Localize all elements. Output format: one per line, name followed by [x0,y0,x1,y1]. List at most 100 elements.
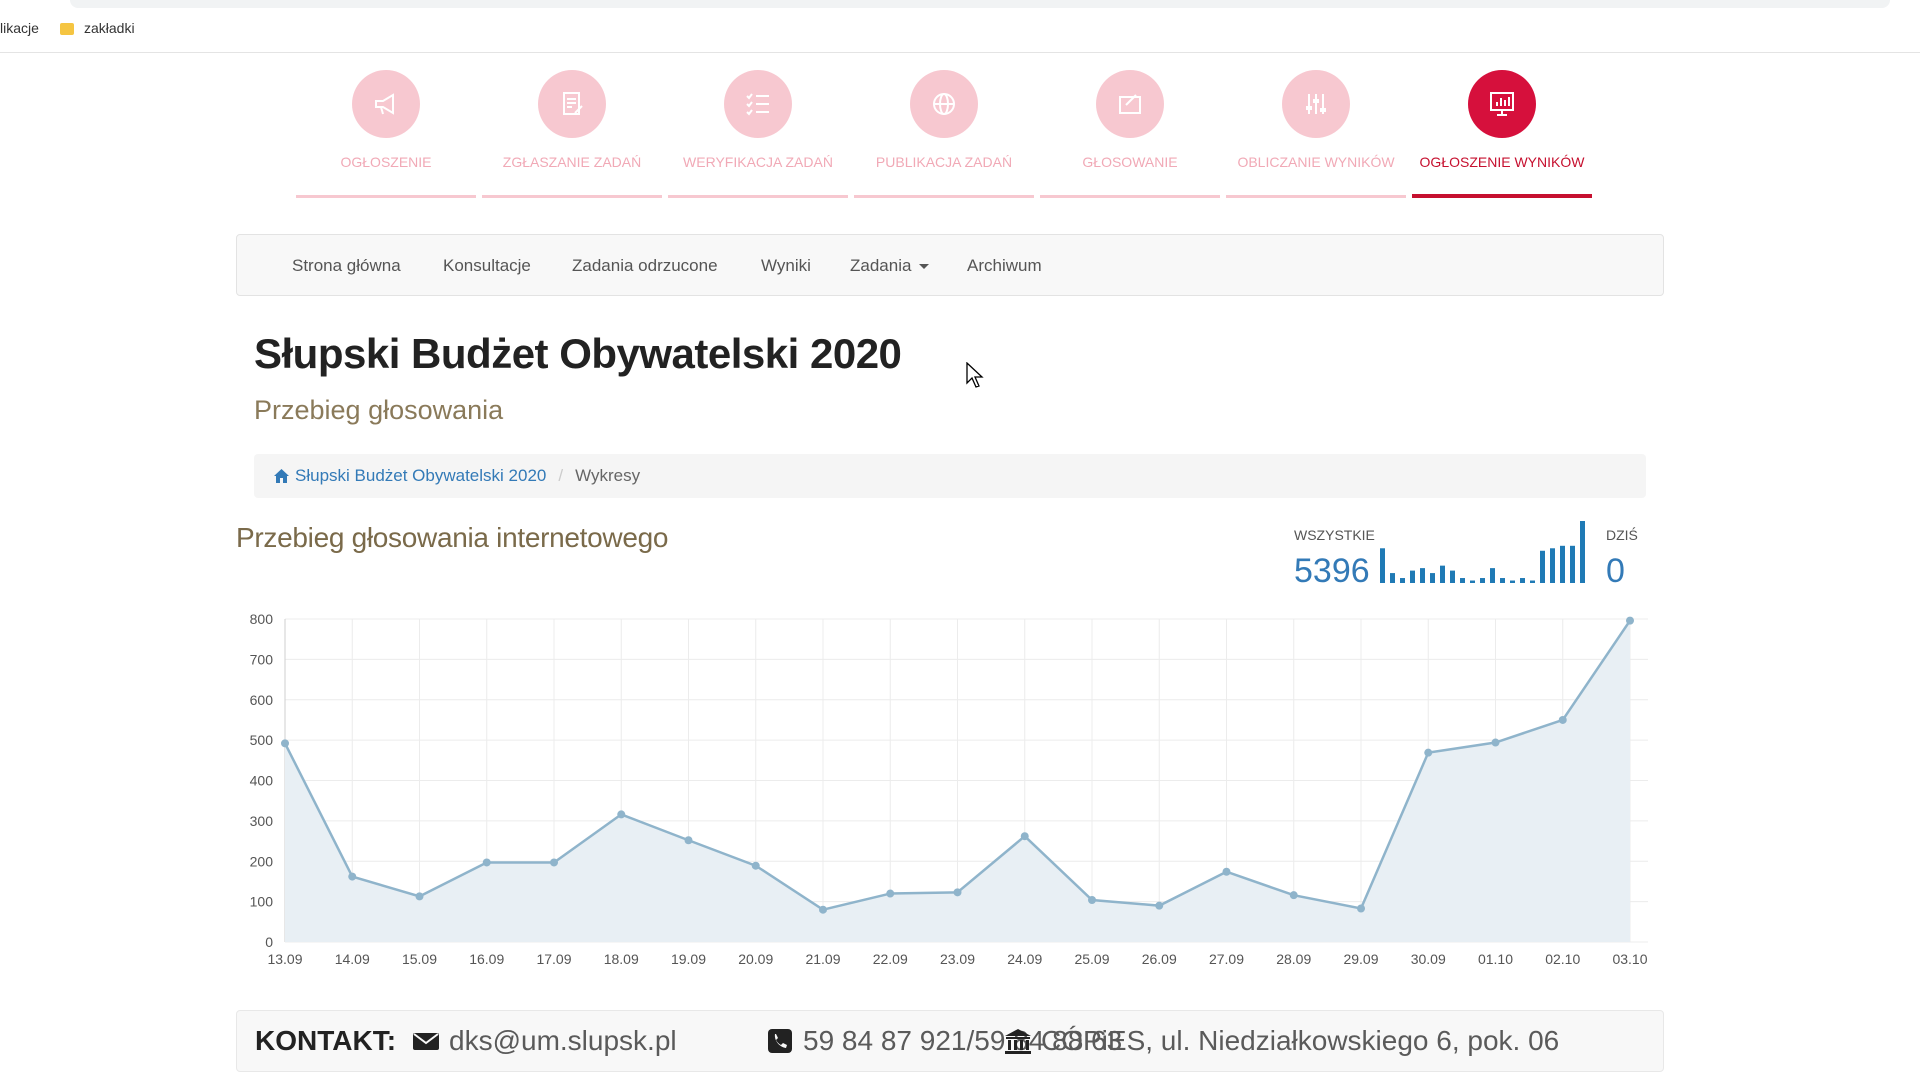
institution-icon [1005,1029,1031,1054]
home-icon [274,469,289,483]
y-tick-label: 100 [250,894,274,910]
bookmark-apps[interactable]: likacje [0,20,39,36]
x-tick-label: 24.09 [1007,951,1042,967]
x-tick-label: 13.09 [267,951,302,967]
x-tick-label: 30.09 [1411,951,1446,967]
x-tick-label: 21.09 [805,951,840,967]
step-glosowanie[interactable]: GŁOSOWANIE [1040,70,1220,198]
sparkline-bar [1540,550,1545,583]
bookmark-folder-label: zakładki [84,20,135,36]
nav-zadania-dropdown[interactable]: Zadania [850,256,930,276]
breadcrumb-home-label: Słupski Budżet Obywatelski 2020 [295,466,547,485]
votes-sparkline [1380,521,1585,583]
sparkline-bar [1440,565,1445,583]
browser-toolbar: likacje zakładki [0,0,1920,53]
step-label: ZGŁASZANIE ZADAŃ [502,154,642,170]
stat-all-value: 5396 [1294,552,1370,590]
data-point [886,889,895,898]
y-tick-label: 400 [250,773,274,789]
page-subtitle: Przebieg głosowania [254,395,504,425]
data-point [1222,867,1231,876]
step-bar [668,195,848,198]
step-label: OGŁOSZENIE [340,154,432,170]
y-tick-label: 500 [250,732,274,748]
data-point [1155,901,1164,910]
chart-title: Przebieg głosowania internetowego [236,522,669,553]
nav-zadania-odrzucone[interactable]: Zadania odrzucone [572,256,718,276]
contact-email[interactable]: dks@um.slupsk.pl [411,1025,677,1057]
breadcrumb: Słupski Budżet Obywatelski 2020 / Wykres… [254,454,1646,498]
globe-icon [910,70,978,138]
step-ogloszenie[interactable]: OGŁOSZENIE [296,70,476,198]
sparkline-bar [1380,548,1385,583]
contact-footer: KONTAKT: dks@um.slupsk.pl 59 84 87 921/5… [236,1010,1664,1072]
page-title: Słupski Budżet Obywatelski 2020 [254,330,902,377]
breadcrumb-home-link[interactable]: Słupski Budżet Obywatelski 2020 [274,466,546,486]
step-ogloszenie-wynikow[interactable]: OGŁOSZENIE WYNIKÓW [1412,70,1592,198]
x-tick-label: 26.09 [1142,951,1177,967]
x-tick-label: 19.09 [671,951,706,967]
phone-icon [768,1029,792,1053]
sparkline-bar [1580,521,1585,583]
nav-zadania-label: Zadania [850,256,912,275]
data-point [1424,748,1433,757]
sparkline-bar [1510,580,1515,583]
nav-archiwum[interactable]: Archiwum [967,256,1042,276]
sparkline-bar [1550,548,1555,583]
sparkline-bar [1560,545,1565,583]
data-point [1088,896,1096,905]
data-point [1020,832,1029,841]
sparkline-bar [1490,568,1495,583]
x-tick-label: 18.09 [604,951,639,967]
y-tick-label: 0 [265,934,273,950]
x-tick-label: 29.09 [1343,951,1378,967]
sparkline-bar [1480,578,1485,583]
data-point [550,858,558,867]
results-chart-icon [1468,70,1536,138]
stat-all-label: WSZYSTKIE [1294,527,1375,543]
nav-konsultacje[interactable]: Konsultacje [443,256,531,276]
data-point [482,858,491,867]
contact-address-text: CÓPiES, ul. Niedziałkowskiego 6, pok. 06 [1041,1025,1560,1056]
folder-icon [60,23,74,35]
breadcrumb-current: Wykresy [575,466,641,485]
step-bar [1226,195,1406,198]
data-point [1626,616,1634,625]
data-point [1491,738,1500,747]
bookmark-folder[interactable]: zakładki [60,20,135,36]
step-label: OBLICZANIE WYNIKÓW [1237,154,1395,170]
x-tick-label: 25.09 [1074,951,1109,967]
address-bar[interactable] [70,0,1890,8]
envelope-icon [413,1033,439,1050]
step-publikacja-zadan[interactable]: PUBLIKACJA ZADAŃ [854,70,1034,198]
step-bar [1040,195,1220,198]
step-label: PUBLIKACJA ZADAŃ [875,154,1013,170]
nav-strona-glowna[interactable]: Strona główna [292,256,401,276]
step-label: OGŁOSZENIE WYNIKÓW [1419,154,1585,170]
x-tick-label: 01.10 [1478,951,1513,967]
sparkline-bar [1410,570,1415,583]
votes-area-chart: 0 100 200 300 400 500 600 700 800 13.09 14.09 15.09… [250,611,1648,967]
y-tick-label: 200 [250,853,274,869]
data-point [1289,891,1298,900]
step-weryfikacja-zadan[interactable]: WERYFIKACJA ZADAŃ [668,70,848,198]
main-navbar: Strona główna Konsultacje Zadania odrzuc… [236,234,1664,296]
x-tick-label: 03.10 [1612,951,1647,967]
step-bar [854,195,1034,198]
nav-wyniki[interactable]: Wyniki [761,256,811,276]
data-point [617,810,626,819]
data-point [348,872,357,881]
ballot-icon [1096,70,1164,138]
document-pen-icon [538,70,606,138]
sparkline-bar [1460,578,1465,583]
x-tick-label: 17.09 [536,951,571,967]
data-point [1357,904,1365,913]
y-tick-label: 300 [250,813,274,829]
megaphone-icon [352,70,420,138]
contact-email-text: dks@um.slupsk.pl [449,1025,677,1056]
step-obliczanie-wynikow[interactable]: OBLICZANIE WYNIKÓW [1226,70,1406,198]
y-tick-label: 700 [250,651,274,667]
sparkline-bar [1420,568,1425,583]
caret-down-icon [919,264,930,270]
step-zglaszanie-zadan[interactable]: ZGŁASZANIE ZADAŃ [482,70,662,198]
